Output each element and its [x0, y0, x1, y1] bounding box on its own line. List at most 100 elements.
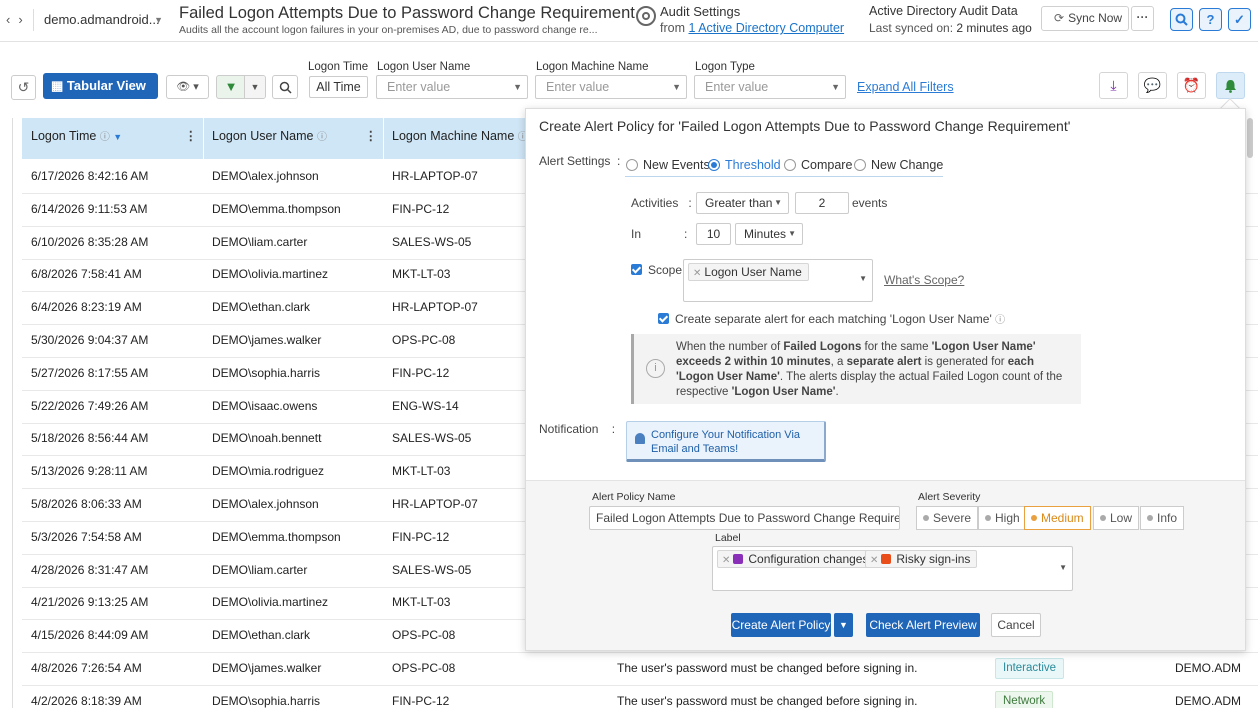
severity-info[interactable]: Info — [1140, 506, 1185, 530]
bell-icon[interactable] — [1216, 72, 1245, 99]
eye-icon: 👁 — [176, 81, 191, 93]
cell-logon-user-name: DEMO\james.walker — [212, 661, 322, 675]
period-unit-select[interactable]: Minutes ▼ — [735, 223, 803, 245]
column-visibility-button[interactable]: 👁 ▾ — [166, 75, 209, 99]
sort-icon[interactable]: ▼ — [113, 132, 122, 142]
sync-now-button[interactable]: ⟳ Sync Now — [1041, 6, 1129, 31]
table-search-button[interactable] — [272, 75, 298, 99]
chevron-down-icon: ▼ — [788, 229, 796, 238]
remove-tag-icon[interactable]: ✕ — [722, 555, 730, 566]
radio-compare[interactable]: Compare — [784, 158, 852, 172]
severity-severe[interactable]: Severe — [916, 506, 979, 530]
nav-arrows[interactable]: ‹› — [6, 12, 31, 27]
checkbox-checked-icon — [658, 313, 669, 324]
scope-label: Scope — [648, 263, 683, 277]
more-options-button[interactable]: ··· — [1131, 6, 1154, 31]
chevron-down-icon: ▼ — [154, 15, 163, 25]
scope-checkbox[interactable]: Scope — [631, 263, 682, 277]
audit-settings-title: Audit Settings — [660, 4, 741, 19]
info-icon: ⓘ — [99, 132, 110, 143]
cell-logon-user-name: DEMO\ethan.clark — [212, 628, 311, 643]
cancel-button[interactable]: Cancel — [991, 613, 1041, 637]
radio-new-change[interactable]: New Change — [854, 158, 943, 172]
cell-logon-time: 6/4/2026 8:23:19 AM — [31, 300, 142, 315]
view-label: Tabular View — [66, 78, 146, 93]
cell-logon-time: 5/22/2026 7:49:26 AM — [31, 398, 149, 413]
export-icon[interactable]: ⤓ — [1099, 72, 1128, 99]
table-row[interactable]: 4/8/2026 7:26:54 AM DEMO\james.walker OPS-… — [22, 653, 1258, 686]
scope-tag: ✕ Logon User Name — [688, 263, 809, 281]
back-arrow-icon[interactable]: ‹ — [6, 12, 18, 27]
user-name-filter-input[interactable]: Enter value ▼ — [376, 75, 528, 99]
check-alert-preview-button[interactable]: Check Alert Preview — [866, 613, 980, 637]
severity-high[interactable]: High — [978, 506, 1027, 530]
left-divider — [12, 118, 13, 708]
whats-scope-link[interactable]: What's Scope? — [884, 273, 964, 287]
sync-prefix: Last synced on: — [869, 21, 954, 35]
page-subtitle: Audits all the account logon failures in… — [179, 24, 598, 36]
cell-logon-user-name: DEMO\ethan.clark — [212, 300, 311, 315]
period-input[interactable]: 10 — [696, 223, 731, 245]
cell-domain: DEMO.ADM — [1175, 693, 1241, 708]
configure-notification-button[interactable]: Configure Your Notification Via Email an… — [626, 421, 826, 462]
label-select[interactable]: ✕ Configuration changes ✕ Risky sign-ins ▼ — [712, 546, 1073, 591]
radio-threshold[interactable]: Threshold — [708, 158, 781, 172]
cell-logon-time: 6/10/2026 8:35:28 AM — [31, 234, 149, 249]
filter-dropdown-icon[interactable]: ▼ — [244, 76, 265, 98]
column-header-logon-time[interactable]: Logon Time ⓘ ▼ ⋮ — [22, 118, 203, 159]
cell-logon-machine-name: MKT-LT-03 — [392, 595, 451, 610]
separate-alert-checkbox[interactable]: Create separate alert for each matching … — [658, 311, 1005, 326]
alarm-clock-icon[interactable]: ⏰ — [1177, 72, 1206, 99]
remove-tag-icon[interactable]: ✕ — [693, 268, 701, 279]
severity-low[interactable]: Low — [1093, 506, 1140, 530]
bell-icon — [635, 433, 645, 444]
reset-button[interactable]: ↺ — [11, 75, 36, 100]
column-header-logon-user-name[interactable]: Logon User Name ⓘ ⋮ — [203, 118, 383, 159]
logon-time-filter[interactable]: All Time — [309, 76, 368, 98]
cell-logon-machine-name: MKT-LT-03 — [392, 267, 451, 282]
cell-logon-time: 6/17/2026 8:42:16 AM — [31, 169, 149, 183]
cell-logon-machine-name: MKT-LT-03 — [392, 464, 451, 479]
operator-select[interactable]: Greater than ▼ — [696, 192, 789, 214]
create-alert-policy-button[interactable]: Create Alert Policy — [731, 613, 831, 637]
table-icon: ▦ — [51, 78, 64, 93]
filter-button[interactable]: ▼ ▼ — [216, 75, 266, 99]
logon-type-filter-input[interactable]: Enter value ▼ — [694, 75, 846, 99]
cell-logon-user-name: DEMO\sophia.harris — [212, 693, 321, 708]
audit-computer-link[interactable]: 1 Active Directory Computer — [688, 21, 844, 35]
cell-logon-machine-name: FIN-PC-12 — [392, 201, 450, 216]
events-label: events — [852, 196, 888, 210]
panel-title: Create Alert Policy for 'Failed Logon At… — [539, 118, 1071, 134]
machine-name-placeholder: Enter value — [546, 80, 610, 94]
column-menu-icon[interactable]: ⋮ — [365, 118, 378, 154]
domain-selector[interactable]: demo.admandroid... ▼ — [33, 9, 167, 31]
expand-all-filters-link[interactable]: Expand All Filters — [857, 80, 954, 94]
vertical-scrollbar[interactable] — [1247, 118, 1253, 158]
mode-underline — [625, 176, 943, 177]
chat-icon[interactable]: 💬 — [1138, 72, 1167, 99]
user-name-placeholder: Enter value — [387, 80, 451, 94]
label-label: Label — [715, 532, 741, 544]
forward-arrow-icon[interactable]: › — [18, 12, 30, 27]
cell-logon-user-name: DEMO\noah.bennett — [212, 431, 322, 446]
audit-from-prefix: from — [660, 21, 685, 35]
search-icon[interactable] — [1170, 8, 1193, 31]
radio-new-events[interactable]: New Events — [626, 158, 710, 172]
column-header-logon-machine-name[interactable]: Logon Machine Name ⓘ — [383, 118, 543, 159]
column-menu-icon[interactable]: ⋮ — [185, 118, 198, 154]
remove-tag-icon[interactable]: ✕ — [870, 555, 878, 566]
count-input[interactable]: 2 — [795, 192, 849, 214]
table-row[interactable]: 4/2/2026 8:18:39 AM DEMO\sophia.harris FIN… — [22, 686, 1258, 708]
severity-medium[interactable]: Medium — [1024, 506, 1091, 530]
scope-select[interactable]: ✕ Logon User Name ▼ — [683, 259, 873, 302]
view-selector-button[interactable]: ▦ Tabular View ▼ — [43, 73, 158, 118]
cell-logon-machine-name: FIN-PC-12 — [392, 365, 450, 380]
machine-name-filter-input[interactable]: Enter value ▼ — [535, 75, 687, 99]
policy-name-input[interactable]: Failed Logon Attempts Due to Password Ch… — [589, 506, 900, 530]
status-check-icon[interactable]: ✓ — [1228, 8, 1251, 31]
create-dropdown-button[interactable]: ▼ — [834, 613, 853, 637]
help-icon[interactable]: ? — [1199, 8, 1222, 31]
in-label: In — [631, 227, 642, 241]
cell-logon-user-name: DEMO\emma.thompson — [212, 201, 341, 216]
cell-logon-user-name: DEMO\emma.thompson — [212, 529, 341, 544]
